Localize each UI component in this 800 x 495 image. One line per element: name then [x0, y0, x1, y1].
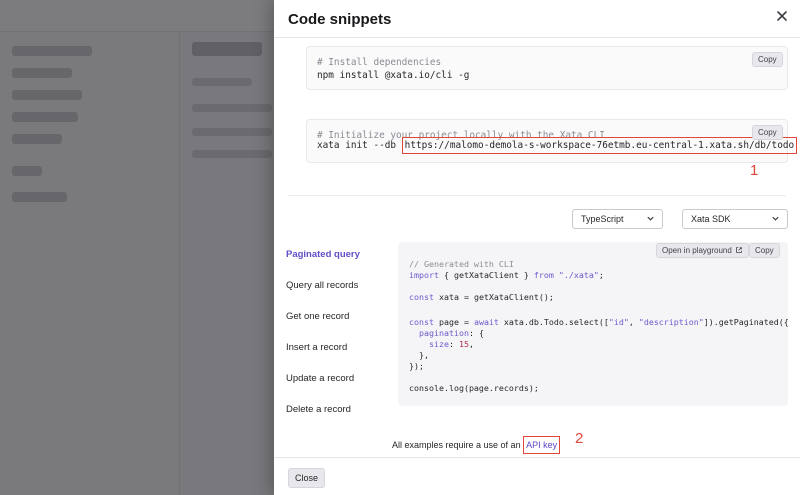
language-select-value: TypeScript: [581, 214, 624, 224]
install-comment: # Install dependencies: [317, 57, 442, 68]
code-line: const xata = getXataClient();: [409, 292, 554, 302]
chevron-down-icon: [647, 216, 654, 221]
nav-query-all-records[interactable]: Query all records: [286, 280, 358, 291]
sdk-select[interactable]: Xata SDK: [682, 209, 788, 229]
code-line: const page = await xata.db.Todo.select([…: [409, 317, 789, 327]
sdk-select-value: Xata SDK: [691, 214, 731, 224]
nav-get-one-record[interactable]: Get one record: [286, 311, 349, 322]
annotation-number-two: 2: [575, 430, 584, 447]
nav-insert-record[interactable]: Insert a record: [286, 342, 347, 353]
install-code-block: # Install dependencies npm install @xata…: [306, 46, 788, 90]
install-command: npm install @xata.io/cli -g: [317, 70, 470, 81]
code-line: console.log(page.records);: [409, 383, 539, 393]
close-button[interactable]: Close: [288, 468, 326, 488]
init-command-prefix: xata init --db: [317, 140, 402, 151]
language-select[interactable]: TypeScript: [572, 209, 663, 229]
code-line: },: [409, 350, 429, 360]
api-key-notice-text: All examples require a use of an: [392, 440, 524, 450]
modal-title: Code snippets: [288, 11, 392, 28]
modal-footer: Close: [274, 457, 800, 495]
code-snippet-panel: Open in playground Copy // Generated wit…: [398, 242, 789, 406]
code-line: size: 15,: [409, 339, 474, 349]
install-copy-button[interactable]: Copy: [752, 52, 783, 67]
external-link-icon: [736, 247, 742, 253]
database-url: https://malomo-demola-s-workspace-76etmb…: [401, 137, 798, 154]
init-code-block: # Initialize your project locally with t…: [306, 119, 798, 163]
api-key-link[interactable]: API key: [523, 436, 561, 454]
code-line: });: [409, 361, 424, 371]
code-snippets-modal: Code snippets # Install dependencies npm…: [274, 0, 800, 495]
nav-delete-record[interactable]: Delete a record: [286, 404, 351, 415]
annotation-number-one: 1: [750, 162, 759, 179]
close-icon[interactable]: [774, 8, 790, 24]
open-in-playground-label: Open in playground: [662, 246, 732, 255]
code-line: // Generated with CLI: [409, 259, 514, 269]
nav-paginated-query[interactable]: Paginated query: [286, 249, 360, 260]
modal-header: Code snippets: [274, 0, 800, 38]
open-in-playground-button[interactable]: Open in playground: [656, 243, 749, 258]
section-divider: [288, 195, 786, 196]
code-line: pagination: {: [409, 328, 484, 338]
chevron-down-icon: [772, 216, 779, 221]
code-line: import { getXataClient } from "./xata";: [409, 270, 604, 280]
init-command: xata init --db https://malomo-demola-s-w…: [317, 137, 798, 154]
snippet-copy-button[interactable]: Copy: [749, 243, 780, 258]
init-copy-button[interactable]: Copy: [752, 125, 783, 140]
api-key-notice: All examples require a use of an API key: [392, 436, 561, 454]
nav-update-record[interactable]: Update a record: [286, 373, 354, 384]
